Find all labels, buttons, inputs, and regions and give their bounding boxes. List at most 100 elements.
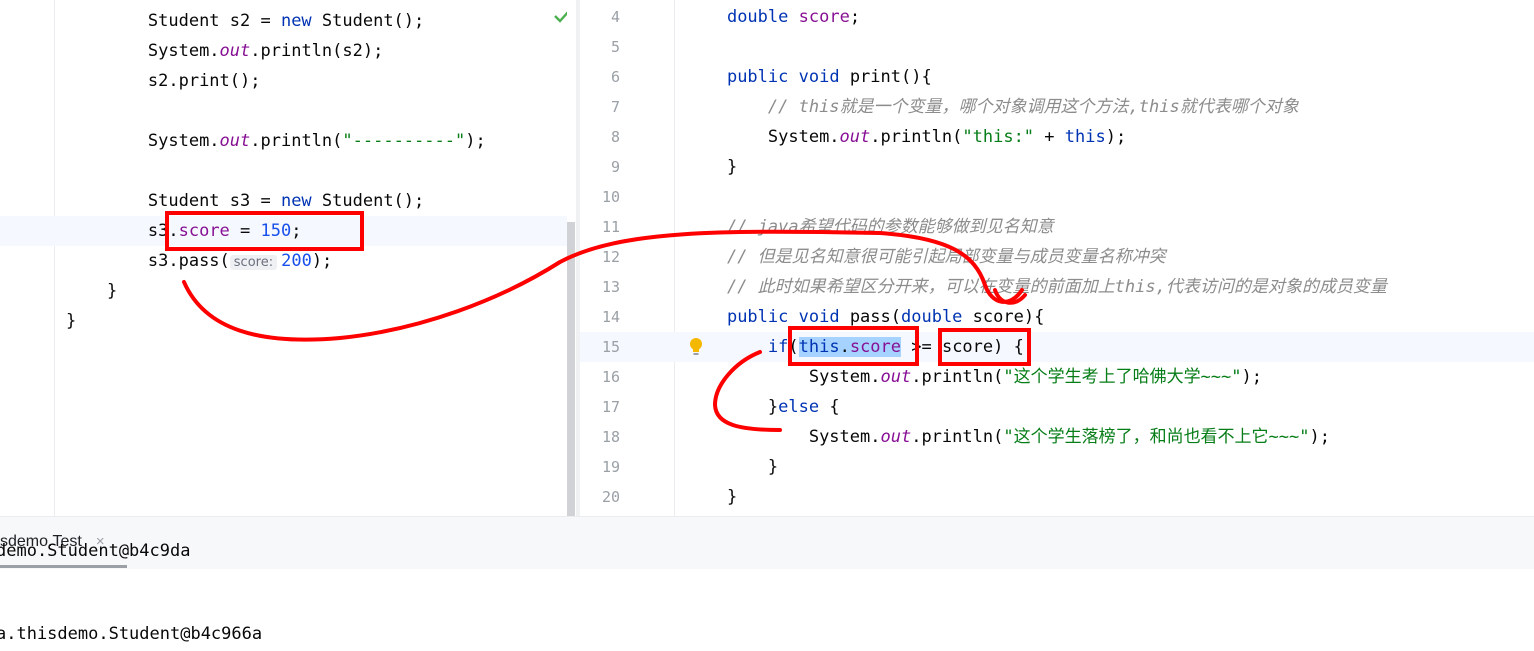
code-text: }else { [686,392,840,422]
line-number[interactable]: 17 [580,392,620,422]
line-number[interactable]: 9 [580,152,620,182]
code-text: s2.print(); [66,66,261,96]
code-line[interactable]: 17 }else { [580,392,1534,422]
check-icon[interactable] [553,8,567,24]
code-line[interactable]: 19 } [580,452,1534,482]
code-text: if(this.score >= score) { [686,332,1024,362]
line-number[interactable]: 4 [580,2,620,32]
left-vertical-scrollbar[interactable] [567,222,575,516]
line-number[interactable]: 12 [580,242,620,272]
code-line[interactable]: } [0,276,567,306]
line-number[interactable]: 6 [580,62,620,92]
code-token: score [798,7,850,27]
line-number[interactable]: 11 [580,212,620,242]
line-number[interactable]: 15 [580,332,620,362]
lightbulb-icon[interactable] [688,337,704,357]
line-number[interactable]: 8 [580,122,620,152]
code-line[interactable]: 10 [580,182,1534,212]
code-token: // java希望代码的参数能够做到见名知意 [726,217,1054,237]
code-line[interactable]: 15 if(this.score >= score) { [580,332,1534,362]
code-text: s3.pass(score: 200); [66,246,332,278]
code-line[interactable]: 7 // this就是一个变量，哪个对象调用这个方法,this就代表哪个对象 [580,92,1534,122]
code-line[interactable]: 13 // 此时如果希望区分开来，可以在变量的前面加上this,代表访问的是对象… [580,272,1534,302]
code-token: else [778,397,820,417]
code-token: ( [788,337,799,357]
line-number[interactable]: 19 [580,452,620,482]
code-token: = [229,221,261,241]
code-line[interactable]: 16 System.out.println("这个学生考上了哈佛大学~~~"); [580,362,1534,392]
code-token: Student s2 = [147,11,281,31]
code-token: + [1034,127,1065,147]
code-line[interactable]: 20 } [580,482,1534,512]
code-token: "this:" [962,127,1035,147]
code-text: public void print(){ [686,62,932,92]
left-editor[interactable]: Student s2 = new Student(); System.out.p… [0,0,567,516]
code-token: out [219,131,251,151]
code-line[interactable] [0,156,567,186]
line-number[interactable]: 18 [580,422,620,452]
code-token: System. [808,427,881,447]
code-token: ); [465,131,486,151]
line-number[interactable]: 5 [580,32,620,62]
code-line[interactable]: System.out.println(s2); [0,36,567,66]
code-token: } [726,157,738,177]
line-number[interactable]: 20 [580,482,620,512]
right-editor[interactable]: 4 double score; 5 6 public void print(){7 … [580,0,1534,516]
code-token: double [901,307,963,327]
code-line[interactable]: 6 public void print(){ [580,62,1534,92]
code-token: out [880,367,912,387]
code-token: s3. [147,221,179,241]
code-line[interactable]: s2.print(); [0,66,567,96]
code-line[interactable] [0,96,567,126]
code-text: public void pass(double score){ [686,302,1044,332]
code-text: // 但是见名知意很可能引起局部变量与成员变量名称冲突 [686,242,1166,272]
code-token: score [849,337,902,357]
code-token: "这个学生考上了哈佛大学~~~" [1003,367,1242,387]
code-token: ; [291,221,302,241]
line-number[interactable]: 14 [580,302,620,332]
line-number[interactable]: 10 [580,182,620,212]
code-line[interactable]: 8 System.out.println("this:" + this); [580,122,1534,152]
code-line[interactable]: 14 public void pass(double score){ [580,302,1534,332]
code-line[interactable]: Student s3 = new Student(); [0,186,567,216]
code-line[interactable]: 9 } [580,152,1534,182]
code-token: s2.print(); [147,71,261,91]
code-token: public [726,307,789,327]
code-line[interactable]: 11 // java希望代码的参数能够做到见名知意 [580,212,1534,242]
parameter-hint: score: [229,255,278,270]
code-line[interactable]: 18 System.out.println("这个学生落榜了，和尚也看不上它~~… [580,422,1534,452]
code-text: double score; [686,2,860,32]
code-text: } [66,276,117,306]
code-line[interactable]: s3.pass(score: 200); [0,246,567,276]
code-token: >= score) { [901,337,1024,357]
code-line[interactable]: Student s2 = new Student(); [0,6,567,36]
code-text: Student s2 = new Student(); [66,6,424,36]
code-line[interactable]: 5 [580,32,1534,62]
code-token: ); [1309,427,1330,447]
line-number[interactable]: 7 [580,92,620,122]
code-line[interactable]: System.out.println("----------"); [0,126,567,156]
code-token: "这个学生落榜了，和尚也看不上它~~~" [1003,427,1310,447]
line-number[interactable]: 16 [580,362,620,392]
code-line[interactable]: 12 // 但是见名知意很可能引起局部变量与成员变量名称冲突 [580,242,1534,272]
code-line[interactable]: 4 double score; [580,2,1534,32]
code-token: out [880,427,912,447]
code-token: } [106,281,118,301]
line-number[interactable]: 13 [580,272,620,302]
code-line[interactable]: } [0,306,567,336]
code-line[interactable]: s3.score = 150; [0,216,567,246]
run-console-output[interactable]: demo.Student@b4c9da a.thisdemo.Student@b… [0,541,1534,651]
code-token: ; [849,7,861,27]
code-token: pass( [839,307,901,327]
code-token: out [219,41,251,61]
